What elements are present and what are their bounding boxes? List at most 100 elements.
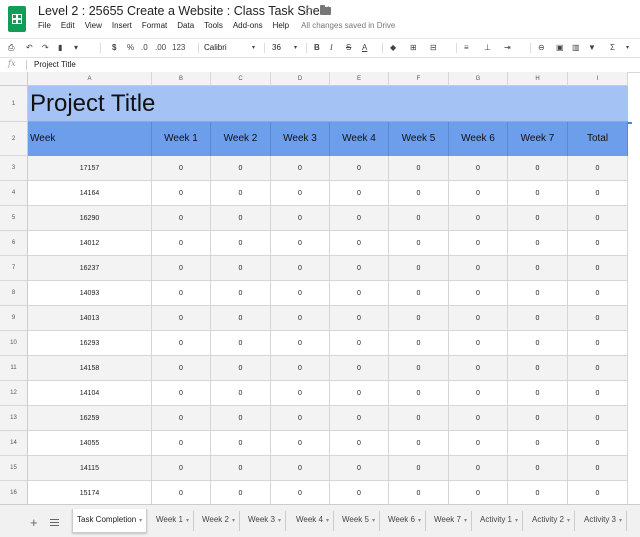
- folder-icon[interactable]: [320, 5, 331, 15]
- score-cell[interactable]: 0: [271, 431, 330, 456]
- score-cell[interactable]: 0: [271, 256, 330, 281]
- row-header[interactable]: 3: [0, 156, 28, 181]
- student-id-cell[interactable]: 14104: [28, 381, 152, 406]
- row-header[interactable]: 16: [0, 481, 28, 504]
- percent-format-button[interactable]: %: [127, 41, 134, 55]
- menu-help[interactable]: Help: [273, 21, 289, 35]
- currency-format-button[interactable]: $: [112, 41, 116, 55]
- row-header[interactable]: 13: [0, 406, 28, 431]
- score-cell[interactable]: 0: [568, 256, 628, 281]
- row-header[interactable]: 8: [0, 281, 28, 306]
- header-cell[interactable]: Week 1: [152, 122, 211, 156]
- score-cell[interactable]: 0: [508, 281, 568, 306]
- sheet-tab[interactable]: Week 1 ▾: [152, 511, 194, 531]
- header-cell[interactable]: Week 3: [271, 122, 330, 156]
- score-cell[interactable]: 0: [152, 181, 211, 206]
- column-header[interactable]: A: [28, 72, 152, 86]
- score-cell[interactable]: 0: [271, 281, 330, 306]
- header-cell[interactable]: Week 7: [508, 122, 568, 156]
- column-header[interactable]: F: [389, 72, 449, 86]
- score-cell[interactable]: 0: [152, 281, 211, 306]
- score-cell[interactable]: 0: [389, 456, 449, 481]
- formula-input[interactable]: Project Title: [34, 60, 76, 69]
- score-cell[interactable]: 0: [389, 356, 449, 381]
- score-cell[interactable]: 0: [271, 456, 330, 481]
- chevron-down-icon[interactable]: ▾: [619, 518, 622, 524]
- title-cell[interactable]: Project Title: [28, 86, 628, 122]
- chevron-down-icon[interactable]: ▾: [464, 518, 467, 524]
- print-icon[interactable]: ⎙: [8, 41, 14, 55]
- insert-chart-icon[interactable]: ▥: [572, 41, 580, 55]
- menu-insert[interactable]: Insert: [112, 21, 132, 35]
- score-cell[interactable]: 0: [330, 281, 389, 306]
- header-cell[interactable]: Week 2: [211, 122, 271, 156]
- score-cell[interactable]: 0: [449, 481, 508, 504]
- score-cell[interactable]: 0: [449, 431, 508, 456]
- filter-icon[interactable]: ▼: [588, 41, 596, 55]
- bold-button[interactable]: B: [314, 41, 320, 55]
- increase-decimal-button[interactable]: .00: [155, 41, 166, 55]
- score-cell[interactable]: 0: [271, 156, 330, 181]
- score-cell[interactable]: 0: [271, 206, 330, 231]
- score-cell[interactable]: 0: [508, 306, 568, 331]
- score-cell[interactable]: 0: [152, 356, 211, 381]
- sheet-tab[interactable]: Week 4 ▾: [292, 511, 334, 531]
- column-header[interactable]: C: [211, 72, 271, 86]
- score-cell[interactable]: 0: [389, 306, 449, 331]
- sheet-tab[interactable]: Week 2 ▾: [198, 511, 240, 531]
- score-cell[interactable]: 0: [330, 231, 389, 256]
- functions-icon[interactable]: Σ: [610, 41, 615, 55]
- row-header[interactable]: 4: [0, 181, 28, 206]
- score-cell[interactable]: 0: [152, 231, 211, 256]
- score-cell[interactable]: 0: [449, 206, 508, 231]
- sheet-tab[interactable]: Week 6 ▾: [384, 511, 426, 531]
- score-cell[interactable]: 0: [389, 256, 449, 281]
- menu-data[interactable]: Data: [177, 21, 194, 35]
- italic-button[interactable]: I: [330, 41, 333, 55]
- student-id-cell[interactable]: 17157: [28, 156, 152, 181]
- score-cell[interactable]: 0: [152, 256, 211, 281]
- student-id-cell[interactable]: 16237: [28, 256, 152, 281]
- column-header[interactable]: I: [568, 72, 628, 86]
- row-header[interactable]: 12: [0, 381, 28, 406]
- font-size-select[interactable]: 36: [272, 41, 281, 55]
- score-cell[interactable]: 0: [330, 181, 389, 206]
- row-header[interactable]: 7: [0, 256, 28, 281]
- score-cell[interactable]: 0: [211, 431, 271, 456]
- score-cell[interactable]: 0: [152, 481, 211, 504]
- score-cell[interactable]: 0: [211, 156, 271, 181]
- header-cell[interactable]: Week 5: [389, 122, 449, 156]
- score-cell[interactable]: 0: [330, 431, 389, 456]
- row-header[interactable]: 15: [0, 456, 28, 481]
- score-cell[interactable]: 0: [271, 381, 330, 406]
- sheet-tab[interactable]: Week 7 ▾: [430, 511, 472, 531]
- score-cell[interactable]: 0: [568, 231, 628, 256]
- score-cell[interactable]: 0: [271, 406, 330, 431]
- star-icon[interactable]: ☆: [302, 2, 315, 19]
- score-cell[interactable]: 0: [211, 456, 271, 481]
- menu-file[interactable]: File: [38, 21, 51, 35]
- score-cell[interactable]: 0: [389, 231, 449, 256]
- score-cell[interactable]: 0: [330, 156, 389, 181]
- score-cell[interactable]: 0: [449, 256, 508, 281]
- score-cell[interactable]: 0: [211, 231, 271, 256]
- vertical-align-icon[interactable]: ⊥: [484, 41, 491, 55]
- chevron-down-icon[interactable]: ▾: [186, 518, 189, 524]
- score-cell[interactable]: 0: [449, 281, 508, 306]
- header-cell[interactable]: Week 4: [330, 122, 389, 156]
- spreadsheet-grid[interactable]: Project Title A B C D E F G H I 1 2 3 4 5 6 7 8 9 10 11 12 13…: [0, 72, 640, 504]
- score-cell[interactable]: 0: [211, 206, 271, 231]
- score-cell[interactable]: 0: [330, 456, 389, 481]
- score-cell[interactable]: 0: [568, 281, 628, 306]
- column-header[interactable]: H: [508, 72, 568, 86]
- menu-edit[interactable]: Edit: [61, 21, 75, 35]
- student-id-cell[interactable]: 16290: [28, 206, 152, 231]
- score-cell[interactable]: 0: [508, 231, 568, 256]
- score-cell[interactable]: 0: [568, 181, 628, 206]
- score-cell[interactable]: 0: [330, 356, 389, 381]
- score-cell[interactable]: 0: [152, 406, 211, 431]
- student-id-cell[interactable]: 16293: [28, 331, 152, 356]
- score-cell[interactable]: 0: [211, 306, 271, 331]
- score-cell[interactable]: 0: [330, 306, 389, 331]
- score-cell[interactable]: 0: [271, 181, 330, 206]
